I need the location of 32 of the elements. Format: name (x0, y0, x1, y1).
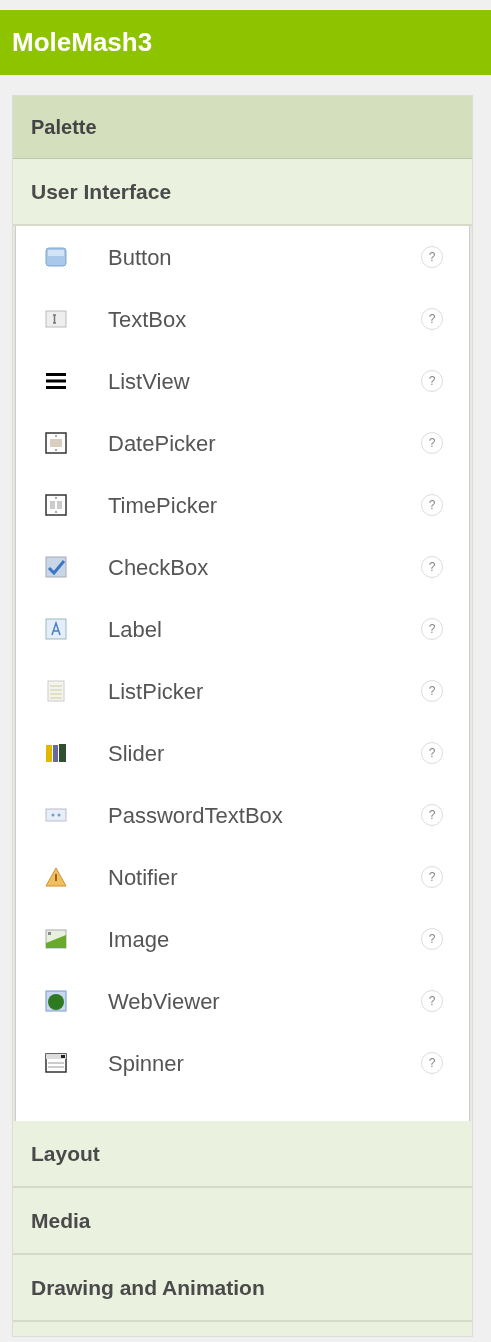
button-icon (44, 245, 68, 269)
component-item[interactable]: ListView (108, 364, 421, 398)
component-item[interactable]: Image (108, 922, 421, 956)
text-box-icon (44, 307, 68, 331)
component-item[interactable]: Slider (108, 736, 421, 770)
category-header[interactable]: Drawing and Animation (13, 1255, 472, 1322)
books-icon (44, 741, 68, 765)
component-item[interactable]: ListPicker (108, 674, 421, 708)
component-item[interactable]: TimePicker (108, 488, 421, 522)
component-item[interactable]: Label (108, 612, 421, 646)
component-item[interactable]: WebViewer (108, 984, 421, 1018)
component-item[interactable]: CheckBox (108, 550, 421, 584)
clock-picker-icon (44, 493, 68, 517)
app-title: MoleMash3 (0, 10, 491, 75)
warning-icon (44, 865, 68, 889)
image-icon (44, 927, 68, 951)
palette-heading: Palette (13, 96, 472, 159)
checkbox-icon (44, 555, 68, 579)
label-icon (44, 617, 68, 641)
category-header[interactable]: Media (13, 1188, 472, 1255)
list-picker-icon (44, 679, 68, 703)
component-item[interactable]: DatePicker (108, 426, 421, 460)
component-item[interactable]: Notifier (108, 860, 421, 894)
dropdown-icon (44, 1051, 68, 1075)
globe-icon (44, 989, 68, 1013)
component-item[interactable]: PasswordTextBox (108, 798, 421, 832)
category-header[interactable]: User Interface (13, 159, 472, 226)
category-header[interactable]: Layout (13, 1121, 472, 1188)
component-item[interactable]: TextBox (108, 302, 421, 336)
calendar-icon (44, 431, 68, 455)
component-item[interactable]: Button (108, 240, 421, 274)
component-item[interactable]: Spinner (108, 1046, 421, 1080)
